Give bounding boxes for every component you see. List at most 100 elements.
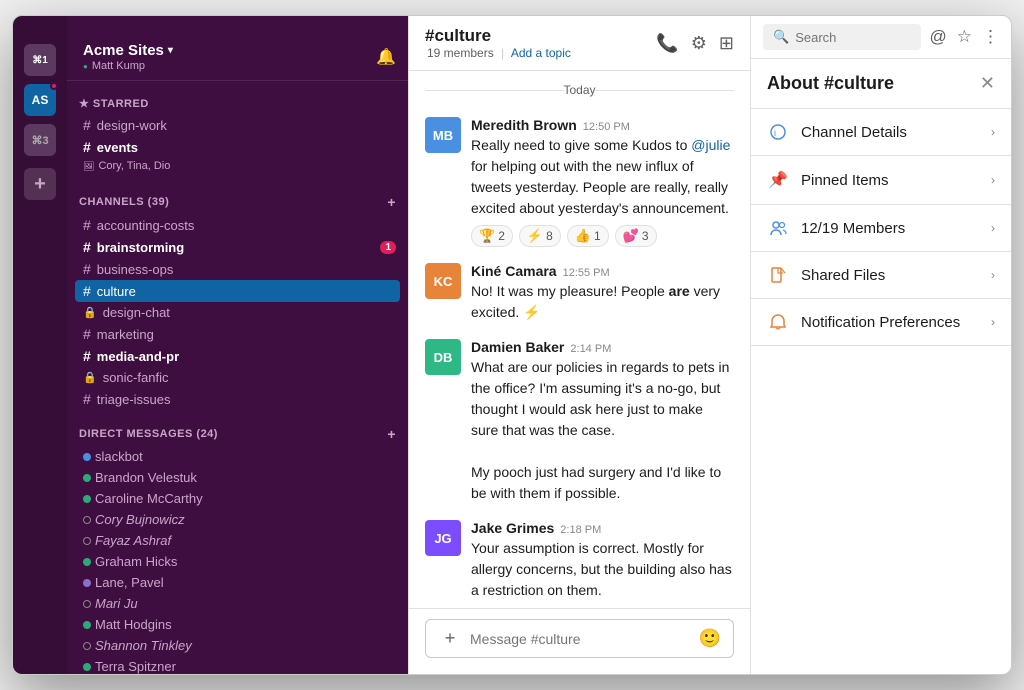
dot-lane <box>83 579 91 587</box>
reaction-hearts[interactable]: 💕3 <box>615 225 657 247</box>
avatar-kine: KC <box>425 263 461 299</box>
dm-graham[interactable]: Graham Hicks <box>67 551 408 572</box>
right-panel: 🔍 @ ☆ ⋮ About #culture ✕ i <box>751 16 1011 674</box>
message-damien-1: DB Damien Baker 2:14 PM What are our pol… <box>425 331 734 512</box>
sidebar-item-media-and-pr[interactable]: #media-and-pr <box>67 345 408 367</box>
sidebar-header: Acme Sites ▾ Matt Kump 🔔 <box>67 16 408 81</box>
message-kine: KC Kiné Camara 12:55 PM No! It was my pl… <box>425 255 734 331</box>
sidebar-item-design-work[interactable]: # design-work <box>67 114 408 136</box>
dm-fayaz[interactable]: Fayaz Ashraf <box>67 530 408 551</box>
dot-mari <box>83 600 91 608</box>
workspace-icon-3[interactable]: ⌘3 <box>24 124 56 156</box>
pinned-items-chevron: › <box>991 173 995 187</box>
workspace-name[interactable]: Acme Sites ▾ <box>83 42 173 59</box>
search-input[interactable] <box>795 30 911 45</box>
channel-title: #culture <box>425 26 571 46</box>
avatar-jake-1: JG <box>425 520 461 556</box>
message-time-meredith: 12:50 PM <box>583 121 630 133</box>
workspace-icon-add[interactable]: + <box>24 168 56 200</box>
message-author-meredith: Meredith Brown <box>471 117 577 133</box>
sidebar-item-accounting-costs[interactable]: #accounting-costs <box>67 214 408 236</box>
members-row[interactable]: 12/19 Members › <box>751 205 1011 251</box>
channels-section-header: CHANNELS (39) + <box>67 178 408 214</box>
header-actions: 📞 ⚙ ⊞ <box>656 33 734 54</box>
app-window: ⌘1 AS ⌘3 + Acme Sites ▾ Matt Kump 🔔 <box>12 15 1012 675</box>
dm-terra[interactable]: Terra Spitzner <box>67 656 408 674</box>
emoji-picker-button[interactable]: 🙂 <box>699 628 721 649</box>
notification-bell-icon[interactable]: 🔔 <box>376 47 396 67</box>
reaction-trophy[interactable]: 🏆2 <box>471 225 513 247</box>
more-icon[interactable]: ⋮ <box>982 27 999 47</box>
dm-mari[interactable]: Mari Ju <box>67 593 408 614</box>
message-content-meredith: Meredith Brown 12:50 PM Really need to g… <box>471 117 734 247</box>
dm-caroline[interactable]: Caroline McCarthy <box>67 488 408 509</box>
message-text-kine: No! It was my pleasure! People are very … <box>471 281 734 323</box>
sidebar: Acme Sites ▾ Matt Kump 🔔 ★ STARRED # des… <box>67 16 408 674</box>
shared-files-row[interactable]: Shared Files › <box>751 252 1011 298</box>
sidebar-item-events[interactable]: # events <box>67 136 408 158</box>
message-content-damien-1: Damien Baker 2:14 PM What are our polici… <box>471 339 734 504</box>
pinned-items-label: Pinned Items <box>801 172 979 189</box>
panel-section-notifications: Notification Preferences › <box>751 299 1011 346</box>
notifications-row[interactable]: Notification Preferences › <box>751 299 1011 345</box>
sidebar-item-culture[interactable]: #culture <box>75 280 400 302</box>
workspace-icon-2[interactable]: AS <box>24 84 56 116</box>
channel-details-icon: i <box>767 123 789 141</box>
channel-details-chevron: › <box>991 125 995 139</box>
close-panel-button[interactable]: ✕ <box>980 73 995 94</box>
dm-cory[interactable]: Cory Bujnowicz <box>67 509 408 530</box>
brainstorming-badge: 1 <box>380 241 396 254</box>
notifications-icon <box>767 313 789 331</box>
star-icon[interactable]: ☆ <box>957 27 972 47</box>
sidebar-item-brainstorming[interactable]: # brainstorming 1 <box>67 236 408 258</box>
layout-icon[interactable]: ⊞ <box>719 33 734 54</box>
sidebar-item-sonic-fanfic[interactable]: 🔒sonic-fanfic <box>67 367 408 388</box>
main-chat: #culture 19 members | Add a topic 📞 ⚙ ⊞ … <box>408 16 751 674</box>
svg-text:i: i <box>774 128 776 138</box>
call-icon[interactable]: 📞 <box>656 33 678 54</box>
dm-lane[interactable]: Lane, Pavel <box>67 572 408 593</box>
workspace-icon-1[interactable]: ⌘1 <box>24 44 56 76</box>
dm-matt-h[interactable]: Matt Hodgins <box>67 614 408 635</box>
chat-messages: Today MB Meredith Brown 12:50 PM Really … <box>409 71 750 608</box>
dot-fayaz <box>83 537 91 545</box>
right-panel-title: About #culture <box>767 73 894 94</box>
date-divider: Today <box>425 71 734 109</box>
message-content-jake-1: Jake Grimes 2:18 PM Your assumption is c… <box>471 520 734 601</box>
add-dm-button[interactable]: + <box>387 426 396 442</box>
dm-section-header: DIRECT MESSAGES (24) + <box>67 410 408 446</box>
message-jake-1: JG Jake Grimes 2:18 PM Your assumption i… <box>425 512 734 608</box>
dot-matt-h <box>83 621 91 629</box>
message-text-damien-1: What are our policies in regards to pets… <box>471 357 734 504</box>
reaction-thumbs[interactable]: 👍1 <box>567 225 609 247</box>
panel-section-members: 12/19 Members › <box>751 205 1011 252</box>
dm-slackbot[interactable]: slackbot <box>67 446 408 467</box>
user-status: Matt Kump <box>83 60 173 72</box>
add-attachment-button[interactable]: + <box>438 628 462 649</box>
at-icon[interactable]: @ <box>929 27 946 47</box>
reaction-lightning[interactable]: ⚡8 <box>519 225 561 247</box>
sidebar-item-design-chat[interactable]: 🔒design-chat <box>67 302 408 323</box>
shared-files-label: Shared Files <box>801 267 979 284</box>
message-input[interactable] <box>470 631 691 647</box>
sidebar-item-business-ops[interactable]: #business-ops <box>67 258 408 280</box>
settings-icon[interactable]: ⚙ <box>691 33 707 54</box>
add-channel-button[interactable]: + <box>387 194 396 210</box>
avatar-meredith: MB <box>425 117 461 153</box>
pinned-items-icon: 📌 <box>767 170 789 190</box>
channel-meta: 19 members | Add a topic <box>427 46 571 60</box>
message-text-jake-1: Your assumption is correct. Mostly for a… <box>471 538 734 601</box>
right-panel-top-search: 🔍 @ ☆ ⋮ <box>751 16 1011 59</box>
search-icon: 🔍 <box>773 29 789 45</box>
dm-shannon[interactable]: Shannon Tinkley <box>67 635 408 656</box>
dm-brandon[interactable]: Brandon Velestuk <box>67 467 408 488</box>
chat-input-box: + 🙂 <box>425 619 734 658</box>
panel-section-shared-files: Shared Files › <box>751 252 1011 299</box>
dot-caroline <box>83 495 91 503</box>
sidebar-item-marketing[interactable]: #marketing <box>67 323 408 345</box>
sidebar-item-triage-issues[interactable]: #triage-issues <box>67 388 408 410</box>
message-meredith: MB Meredith Brown 12:50 PM Really need t… <box>425 109 734 255</box>
channel-details-row[interactable]: i Channel Details › <box>751 109 1011 155</box>
dot-shannon <box>83 642 91 650</box>
pinned-items-row[interactable]: 📌 Pinned Items › <box>751 156 1011 204</box>
